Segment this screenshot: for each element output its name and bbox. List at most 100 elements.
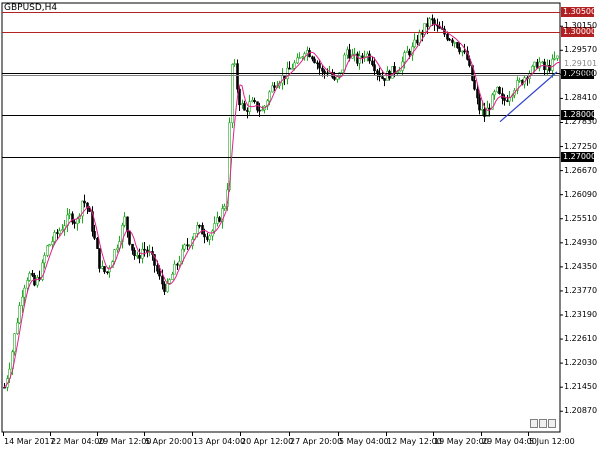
candle-body	[398, 70, 401, 73]
candle-body	[451, 39, 454, 43]
candle-body	[556, 55, 559, 59]
candle-body	[76, 218, 79, 224]
price-tick-label: 1.27830	[564, 117, 598, 127]
candle-body	[206, 236, 209, 240]
candle-body	[218, 217, 221, 222]
candle-body	[183, 244, 186, 250]
price-tick-label: 1.22610	[564, 334, 598, 344]
candle-body	[236, 63, 239, 90]
candle-body	[73, 221, 76, 224]
time-tick-label: 27 Apr 20:00	[290, 437, 343, 446]
candle-body	[126, 216, 129, 232]
price-tick-label: 1.27250	[564, 141, 598, 151]
price-tick-label: 1.23770	[564, 285, 598, 295]
candle-body	[23, 287, 26, 298]
price-tick-label: 1.30150	[564, 21, 598, 31]
candle-body	[168, 279, 171, 284]
candle-body	[321, 67, 324, 72]
candle-body	[116, 247, 119, 250]
candle-body	[143, 248, 146, 251]
candle-body	[533, 61, 536, 67]
time-tick-label: 22 Mar 04:00	[51, 437, 105, 446]
candle-body	[161, 275, 164, 285]
price-tick-label: 1.22030	[564, 358, 598, 368]
candle-body	[251, 99, 254, 103]
price-tick-label: 1.24930	[564, 237, 598, 247]
candle-body	[28, 273, 31, 281]
candle-body	[106, 271, 109, 274]
candle-body	[446, 33, 449, 40]
price-tick-label: 1.28410	[564, 93, 598, 103]
candle-body	[428, 18, 431, 28]
candle-body	[253, 99, 256, 103]
candle-body	[313, 58, 316, 64]
candle-body	[323, 70, 326, 74]
price-level-tag: 1.27000	[561, 151, 597, 162]
price-tick-label: 1.25510	[564, 213, 598, 223]
candle-body	[223, 205, 226, 209]
time-tick-label: 5 Apr 20:00	[145, 437, 193, 446]
chart-scroll-right-button[interactable]	[539, 419, 547, 428]
candle-body	[551, 58, 554, 71]
price-tick-label: 1.20870	[564, 406, 598, 416]
candle-body	[241, 103, 244, 106]
price-tick-label: 1.29570	[564, 45, 598, 55]
time-tick-label: 14 Mar 2017	[4, 437, 55, 446]
candle-body	[341, 69, 344, 73]
candle-body	[136, 255, 139, 257]
price-tick-label: 1.26670	[564, 165, 598, 175]
chart-symbol-label: GBPUSD,H4	[4, 3, 58, 13]
candle-body	[473, 80, 476, 90]
candle-body	[368, 53, 371, 62]
candle-body	[138, 255, 141, 259]
candle-body	[458, 47, 461, 53]
candle-body	[213, 223, 216, 232]
candle-body	[343, 54, 346, 71]
current-price-label: 1.29101	[564, 59, 598, 69]
candle-body	[131, 243, 134, 251]
time-tick-label: 5 May 04:00	[339, 437, 389, 446]
candle-body	[373, 64, 376, 72]
candle-body	[171, 273, 174, 280]
candle-body	[208, 235, 211, 240]
candle-body	[501, 93, 504, 99]
support-trendline[interactable]	[499, 71, 558, 123]
time-tick-label: 20 Apr 12:00	[241, 437, 294, 446]
price-chart[interactable]	[0, 0, 600, 450]
time-tick-label: 29 Mar 12:00	[98, 437, 152, 446]
candle-body	[518, 79, 521, 82]
candle-body	[201, 225, 204, 235]
time-tick-label: 5 Jun 12:00	[529, 437, 575, 446]
candle-body	[311, 56, 314, 60]
candle-body	[246, 109, 249, 112]
candle-body	[463, 50, 466, 53]
candle-body	[498, 86, 501, 94]
candle-body	[453, 42, 456, 44]
candle-body	[196, 224, 199, 234]
candle-body	[176, 263, 179, 266]
candle-body	[203, 233, 206, 238]
price-tick-label: 1.21450	[564, 382, 598, 392]
candle-body	[51, 241, 54, 245]
candle-body	[456, 42, 459, 48]
candle-body	[186, 244, 189, 247]
candle-body	[503, 98, 506, 101]
candle-body	[46, 245, 49, 256]
chart-scroll-left-button[interactable]	[530, 419, 538, 428]
candle-body	[58, 230, 61, 235]
candle-body	[13, 333, 16, 353]
price-tick-label: 1.23190	[564, 310, 598, 319]
candle-body	[476, 88, 479, 99]
candle-body	[448, 38, 451, 41]
candle-body	[376, 70, 379, 74]
candle-body	[216, 217, 219, 224]
candle-body	[98, 248, 101, 269]
candle-body	[26, 280, 29, 289]
candle-body	[333, 76, 336, 80]
candle-body	[21, 296, 24, 306]
candle-body	[258, 109, 261, 112]
candle-body	[163, 283, 166, 292]
price-tick-label: 1.28990	[564, 69, 598, 79]
candle-body	[178, 261, 181, 266]
chart-scroll-end-button[interactable]	[548, 419, 556, 428]
